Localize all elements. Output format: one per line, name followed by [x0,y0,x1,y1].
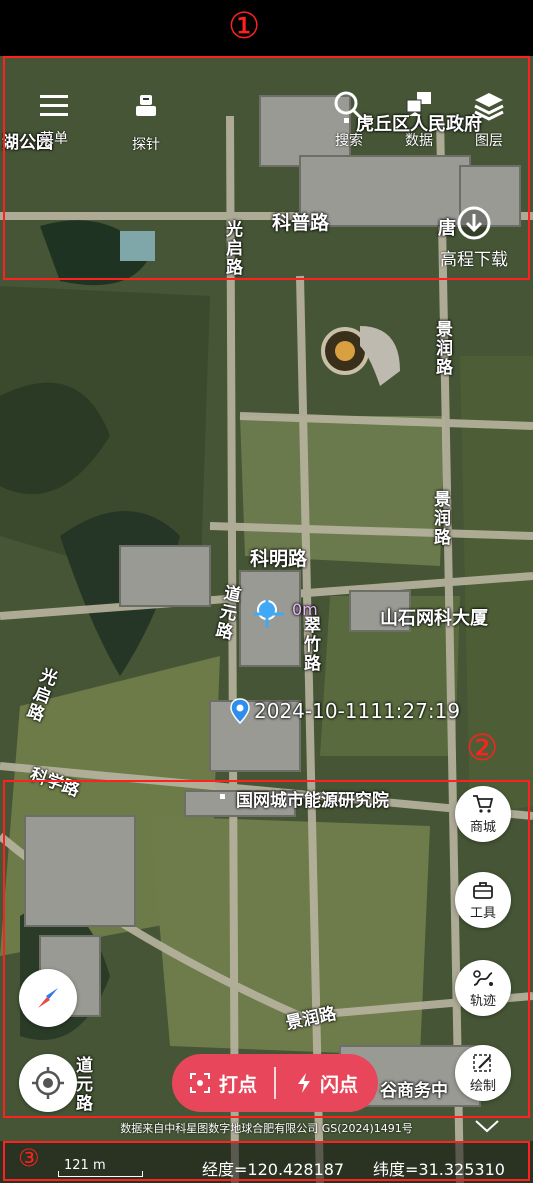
annotation-box-2 [3,780,530,1118]
annotation-number-2: ② [466,728,499,769]
road-label-jingrun-2: 景润路 [430,490,450,547]
annotation-number-1: ① [228,6,261,47]
map-copyright: 数据来自中科星图数字地球合肥有限公司 GS(2024)1491号 [120,1122,413,1135]
road-label-keming: 科明路 [250,548,308,570]
location-pin-icon[interactable] [230,698,250,728]
annotation-box-1 [3,56,530,280]
current-position-marker[interactable] [250,594,290,638]
road-label-jingrun: 景润路 [432,320,452,377]
poi-label-shanshi: 山石网科大厦 [380,608,488,629]
pin-timestamp: 2024-10-1111:27:19 [254,699,461,723]
annotation-number-3: ③ [18,1144,40,1172]
marker-distance: 0m [292,600,318,619]
annotation-box-3 [3,1141,530,1181]
status-bar [0,0,533,56]
road-label-cuizhu: 翠竹路 [300,616,320,673]
